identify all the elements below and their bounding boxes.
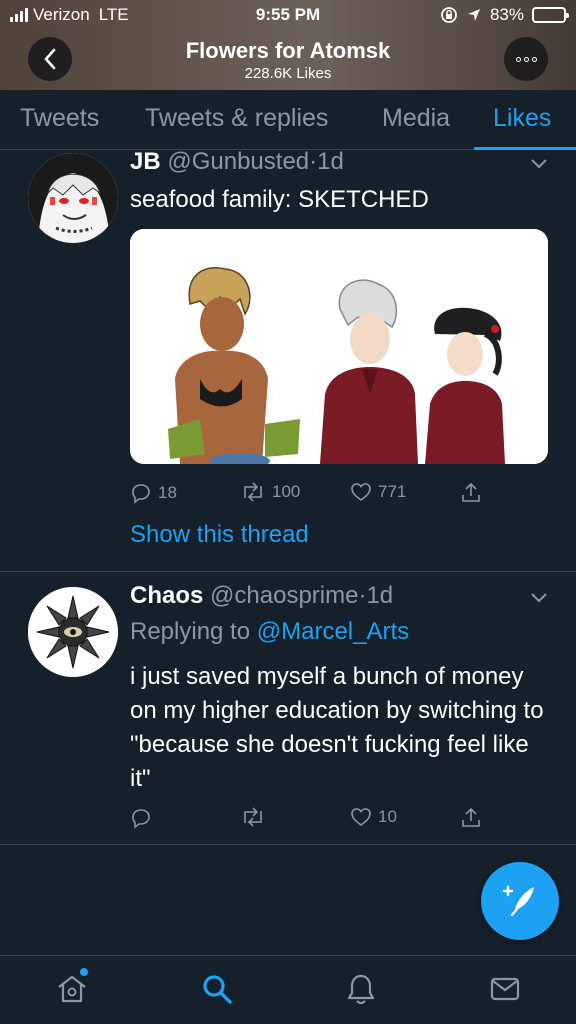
- tweet-time: 1d: [366, 582, 394, 609]
- avatar[interactable]: [28, 587, 118, 677]
- compose-tweet-icon: [502, 885, 534, 917]
- tweet-author-handle[interactable]: @chaosprime: [210, 582, 358, 609]
- avatar[interactable]: [28, 153, 118, 243]
- tab-likes[interactable]: Likes: [493, 104, 551, 133]
- share-icon: [462, 807, 480, 827]
- replying-to-label: Replying to: [130, 618, 251, 645]
- tweet-media-image[interactable]: [130, 229, 548, 464]
- active-tab-indicator: [474, 147, 576, 150]
- tab-tweets[interactable]: Tweets: [20, 104, 99, 133]
- status-bar: Verizon LTE 9:55 PM 83%: [0, 0, 576, 30]
- search-icon[interactable]: [200, 972, 234, 1006]
- notifications-icon[interactable]: [344, 972, 378, 1006]
- tweet-author-name[interactable]: JB: [130, 148, 161, 175]
- heart-icon: [351, 483, 371, 501]
- reply-icon: [132, 484, 150, 504]
- avatar-image: [28, 587, 118, 677]
- more-options-button[interactable]: [504, 37, 548, 81]
- battery-percent: 83%: [489, 5, 524, 24]
- like-count: 771: [378, 482, 407, 501]
- retweet-count: 100: [272, 482, 301, 501]
- chevron-down-icon[interactable]: [530, 592, 548, 604]
- like-count: 10: [378, 807, 397, 826]
- profile-title: Flowers for Atomsk 228.6K Likes: [0, 38, 576, 82]
- battery-icon: [532, 7, 569, 23]
- share-button[interactable]: [460, 482, 482, 504]
- tweet-header: Chaos @chaosprime·1d: [130, 582, 393, 610]
- replying-to: Replying to @Marcel_Arts: [130, 618, 409, 646]
- tweet-author-handle[interactable]: @Gunbusted: [167, 148, 309, 175]
- chevron-down-icon[interactable]: [530, 158, 548, 170]
- reply-count: 18: [158, 483, 177, 502]
- profile-tabs: Tweets Tweets & replies Media Likes: [0, 90, 576, 150]
- show-thread-link[interactable]: Show this thread: [130, 521, 309, 549]
- tweet-card[interactable]: JB @Gunbusted·1d seafood family: SKETCHE…: [0, 148, 576, 572]
- tab-tweets-replies[interactable]: Tweets & replies: [145, 104, 328, 133]
- profile-name: Flowers for Atomsk: [185, 38, 391, 63]
- more-options-icon: [515, 56, 521, 62]
- tab-media[interactable]: Media: [382, 104, 450, 133]
- home-icon[interactable]: [55, 972, 89, 1006]
- share-button[interactable]: [460, 807, 482, 829]
- replying-to-handle[interactable]: @Marcel_Arts: [257, 618, 409, 645]
- reply-button[interactable]: [130, 807, 158, 829]
- tweet-time: 1d: [317, 148, 344, 175]
- tweet-header: JB @Gunbusted·1d: [130, 148, 344, 176]
- retweet-icon: [244, 807, 262, 827]
- tweet-actions: 18 100 771: [130, 482, 490, 508]
- reply-icon: [132, 809, 150, 829]
- compose-tweet-button[interactable]: [481, 862, 559, 940]
- retweet-button[interactable]: [240, 807, 272, 827]
- retweet-button[interactable]: 100: [240, 482, 300, 502]
- like-button[interactable]: 771: [350, 482, 406, 502]
- bottom-tab-bar: [0, 955, 576, 1024]
- tweet-text: i just saved myself a bunch of money on …: [130, 663, 544, 792]
- like-button[interactable]: 10: [350, 807, 397, 827]
- tweet-text: seafood family: SKETCHED: [130, 186, 429, 213]
- heart-icon: [351, 808, 371, 826]
- avatar-image: [28, 153, 118, 243]
- profile-likes-count: 228.6K Likes: [244, 65, 332, 82]
- tweet-separator: ·: [309, 148, 318, 175]
- tweet-card[interactable]: Chaos @chaosprime·1d Replying to @Marcel…: [0, 572, 576, 845]
- location-icon: [467, 9, 480, 21]
- sketch-illustration: [130, 229, 548, 464]
- rotation-lock-icon: [441, 7, 457, 23]
- reply-button[interactable]: 18: [130, 482, 177, 504]
- share-icon: [462, 482, 480, 502]
- tweet-actions: 10: [130, 807, 490, 833]
- retweet-icon: [244, 482, 262, 502]
- tweet-author-name[interactable]: Chaos: [130, 582, 203, 609]
- messages-icon[interactable]: [488, 972, 522, 1006]
